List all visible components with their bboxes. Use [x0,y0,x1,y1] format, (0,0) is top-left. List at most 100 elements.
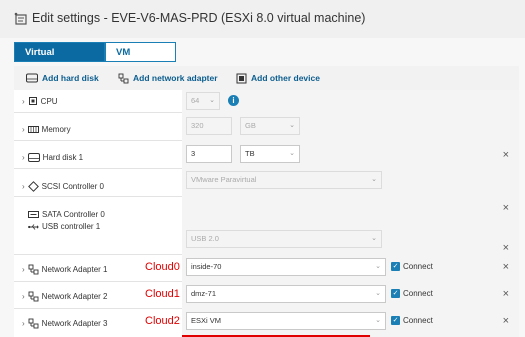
scsi-controller-label: SCSI Controller 0 [41,182,104,191]
network-adapter-controls: dmz-71 ⌄ ✓ Connect [182,281,519,308]
chevron-down-icon: ⌄ [289,150,295,157]
checkmark-icon: ✓ [391,316,400,325]
chevron-down-icon: ⌄ [375,317,381,324]
add-network-adapter-label: Add network adapter [133,73,218,83]
network-adapter-row-header[interactable]: › Network Adapter 1 [22,264,107,275]
add-hard-disk-button[interactable]: Add hard disk [26,71,99,85]
memory-row-header[interactable]: › Memory [22,125,71,134]
network-adapter-label: Network Adapter 2 [41,292,108,301]
chevron-right-icon: › [22,292,25,301]
network-value: ESXi VM [191,316,222,325]
remove-usb-controller-button[interactable]: × [503,242,509,254]
hard-disk-row: › Hard disk 1 3 TB ⌄ × [14,140,519,169]
network-adapter-row-header[interactable]: › Network Adapter 3 [22,318,107,329]
add-network-adapter-button[interactable]: Add network adapter [118,71,218,85]
sata-controller-row: SATA Controller 0 [28,210,105,219]
connect-label: Connect [403,289,433,298]
checkmark-icon: ✓ [391,289,400,298]
hard-disk-label: Hard disk 1 [42,153,84,162]
edit-settings-icon [14,12,27,25]
hardware-list: › CPU 64 ⌄ i › Memory 320 GB ⌄ › Hard di… [14,90,519,337]
scsi-controller-row: › SCSI Controller 0 VMware Paravirtual ⌄ [14,168,519,197]
remove-sata-controller-button[interactable]: × [503,202,509,214]
hardware-toolbar: Add hard disk Add network adapter Add ot… [14,66,519,91]
memory-size-input[interactable]: 320 [186,117,232,135]
disk-unit-select[interactable]: TB ⌄ [240,145,300,163]
network-adapter-row: › Network Adapter 1 Cloud0 inside-70 ⌄ ✓… [14,254,519,282]
chevron-right-icon: › [22,265,25,274]
remove-hard-disk-button[interactable]: × [503,149,509,161]
chevron-down-icon: ⌄ [375,290,381,297]
disk-size-input[interactable]: 3 [186,145,232,163]
connect-label: Connect [403,316,433,325]
memory-unit-select[interactable]: GB ⌄ [240,117,300,135]
chevron-down-icon: ⌄ [289,122,295,129]
cloud-annotation: Cloud2 [145,315,180,327]
network-value: dmz-71 [191,289,217,298]
network-adapter-row: › Network Adapter 2 Cloud1 dmz-71 ⌄ ✓ Co… [14,281,519,309]
network-adapter-icon [118,73,129,83]
disk-size-value: 3 [191,149,196,158]
cpu-row: › CPU 64 ⌄ i [14,90,519,113]
usb-icon [28,223,39,230]
tab-vm-options[interactable]: VM Options [105,42,176,78]
network-adapter-icon [28,264,39,275]
network-select[interactable]: ESXi VM ⌄ [186,312,386,330]
memory-size-value: 320 [191,121,204,130]
device-icon [236,73,247,83]
chevron-down-icon: ⌄ [371,235,377,242]
hard-disk-icon [26,73,38,83]
chevron-right-icon: › [22,153,25,162]
disk-unit-value: TB [245,149,255,158]
remove-network-adapter-button[interactable]: × [503,288,509,300]
usb-controller-row: USB controller 1 [28,222,100,231]
checkmark-icon: ✓ [391,262,400,271]
cpu-count-select[interactable]: 64 ⌄ [186,92,220,110]
cpu-row-header[interactable]: › CPU [22,96,58,106]
dialog-title: Edit settings - EVE-V6-MAS-PRD (ESXi 8.0… [32,11,366,25]
network-adapter-row-header[interactable]: › Network Adapter 2 [22,291,107,302]
edit-settings-dialog: Edit settings - EVE-V6-MAS-PRD (ESXi 8.0… [0,0,525,337]
remove-network-adapter-button[interactable]: × [503,315,509,327]
info-icon[interactable]: i [228,95,239,106]
memory-label: Memory [41,125,71,134]
remove-network-adapter-button[interactable]: × [503,261,509,273]
network-adapter-controls: inside-70 ⌄ ✓ Connect [182,254,519,281]
scsi-type-select[interactable]: VMware Paravirtual ⌄ [186,171,382,189]
usb-type-select[interactable]: USB 2.0 ⌄ [186,230,382,248]
chevron-right-icon: › [22,125,25,134]
chevron-right-icon: › [22,182,25,191]
cloud-annotation: Cloud1 [145,288,180,300]
usb-controller-label: USB controller 1 [42,222,101,231]
cpu-count-value: 64 [191,96,200,105]
chevron-down-icon: ⌄ [209,97,215,104]
chevron-down-icon: ⌄ [371,176,377,183]
dialog-title-bar: Edit settings - EVE-V6-MAS-PRD (ESXi 8.0… [0,0,525,38]
scsi-controller-row-header[interactable]: › SCSI Controller 0 [22,181,104,192]
memory-icon [27,126,39,133]
usb-controls: USB 2.0 ⌄ [182,196,519,254]
network-adapter-label: Network Adapter 1 [41,265,108,274]
network-adapter-row: › Network Adapter 3 Cloud2 ESXi VM ⌄ ✓ C… [14,308,519,337]
network-adapter-label: Network Adapter 3 [41,319,108,328]
add-other-device-button[interactable]: Add other device [236,71,320,85]
usb-type-value: USB 2.0 [191,234,219,243]
sata-icon [28,211,39,218]
connect-checkbox[interactable]: ✓ Connect [391,289,433,298]
hard-disk-row-header[interactable]: › Hard disk 1 [22,153,83,162]
memory-controls: 320 GB ⌄ [182,112,519,140]
network-select[interactable]: inside-70 ⌄ [186,258,386,276]
memory-row: › Memory 320 GB ⌄ [14,112,519,141]
tab-virtual-hardware[interactable]: Virtual Hardware [14,42,105,78]
sata-controller-label: SATA Controller 0 [42,210,105,219]
scsi-controls: VMware Paravirtual ⌄ [182,168,519,196]
scsi-type-value: VMware Paravirtual [191,175,257,184]
network-adapter-icon [28,318,39,329]
network-value: inside-70 [191,262,222,271]
connect-checkbox[interactable]: ✓ Connect [391,262,433,271]
connect-checkbox[interactable]: ✓ Connect [391,316,433,325]
cpu-icon [28,97,37,105]
network-adapter-icon [28,291,39,302]
network-select[interactable]: dmz-71 ⌄ [186,285,386,303]
network-adapter-controls: ESXi VM ⌄ ✓ Connect [182,308,519,337]
